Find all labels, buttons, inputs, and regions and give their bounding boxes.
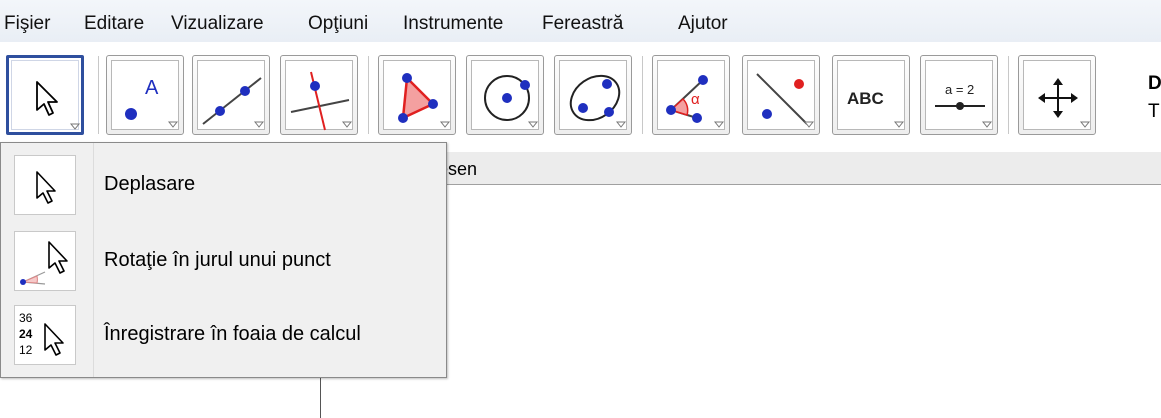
toolbar-separator	[642, 56, 646, 134]
menu-edit[interactable]: Editare	[84, 12, 144, 36]
move-tool-dropdown: Deplasare Rotaţie în jurul unui punct 36…	[0, 142, 447, 378]
tool-help-text: T	[1148, 101, 1160, 122]
toolbar-separator	[368, 56, 372, 134]
dropdown-item-rotate[interactable]: Rotaţie în jurul unui punct	[1, 225, 446, 295]
slider-label: a = 2	[945, 82, 974, 97]
move-arrows-icon	[1038, 78, 1091, 128]
line-tool-button[interactable]	[192, 55, 270, 135]
line-through-points-icon	[202, 77, 265, 128]
dropdown-item-label: Înregistrare în foaia de calcul	[104, 323, 361, 345]
rotate-around-point-icon	[20, 241, 68, 285]
angle-label: α	[691, 91, 700, 108]
ellipse-icon	[569, 74, 627, 128]
text-abc-icon: ABC	[847, 89, 905, 128]
move-graphics-view-tool-button[interactable]	[1018, 55, 1096, 135]
icon-number: 36	[19, 311, 33, 325]
menu-help[interactable]: Ajutor	[678, 12, 728, 36]
menu-window[interactable]: Fereastră	[542, 12, 623, 36]
dropdown-item-record-spreadsheet[interactable]: 36 24 12 Înregistrare în foaia de calcul	[1, 299, 446, 369]
angle-alpha-icon: α	[666, 75, 725, 128]
dropdown-item-label: Deplasare	[104, 173, 196, 195]
perpendicular-line-tool-button[interactable]	[280, 55, 358, 135]
angle-tool-button[interactable]: α	[652, 55, 730, 135]
dropdown-item-label: Rotaţie în jurul unui punct	[104, 249, 331, 271]
dropdown-item-move[interactable]: Deplasare	[1, 149, 446, 219]
arrow-cursor-icon	[36, 81, 81, 130]
reflect-tool-button[interactable]	[742, 55, 820, 135]
point-label: A	[145, 77, 159, 99]
menu-options[interactable]: Opţiuni	[308, 12, 368, 36]
slider-tool-button[interactable]: a = 2	[920, 55, 998, 135]
toolbar-separator	[98, 56, 102, 134]
dropdown-icon-frame	[14, 231, 76, 291]
menu-file[interactable]: Fişier	[4, 12, 50, 36]
triangle-polygon-icon	[398, 73, 451, 128]
dropdown-icon-frame: 36 24 12	[14, 305, 76, 365]
circle-center-point-icon	[484, 75, 539, 128]
icon-number: 12	[19, 343, 33, 357]
text-tool-label: ABC	[847, 89, 884, 108]
reflect-line-icon	[756, 73, 815, 128]
toolbar-separator	[1008, 56, 1012, 134]
icon-number: 24	[19, 327, 33, 341]
menu-bar: Fişier Editare Vizualizare Opţiuni Instr…	[0, 0, 1161, 42]
conic-tool-button[interactable]	[554, 55, 632, 135]
circle-tool-button[interactable]	[466, 55, 544, 135]
point-tool-button[interactable]: A	[106, 55, 184, 135]
arrow-cursor-icon	[36, 171, 56, 204]
dropdown-icon-frame	[14, 155, 76, 215]
slider-icon: a = 2	[935, 82, 993, 128]
record-to-spreadsheet-icon: 36 24 12	[19, 311, 64, 357]
menu-tools[interactable]: Instrumente	[403, 12, 503, 36]
move-tool-button[interactable]	[6, 55, 84, 135]
perpendicular-line-icon	[290, 71, 353, 131]
polygon-tool-button[interactable]	[378, 55, 456, 135]
toolbar: A α ABC a = 2 D T	[0, 42, 1161, 142]
point-A-icon: A	[125, 77, 179, 128]
tool-help-name: D	[1148, 73, 1161, 94]
menu-view[interactable]: Vizualizare	[171, 12, 264, 36]
text-tool-button[interactable]: ABC	[832, 55, 910, 135]
